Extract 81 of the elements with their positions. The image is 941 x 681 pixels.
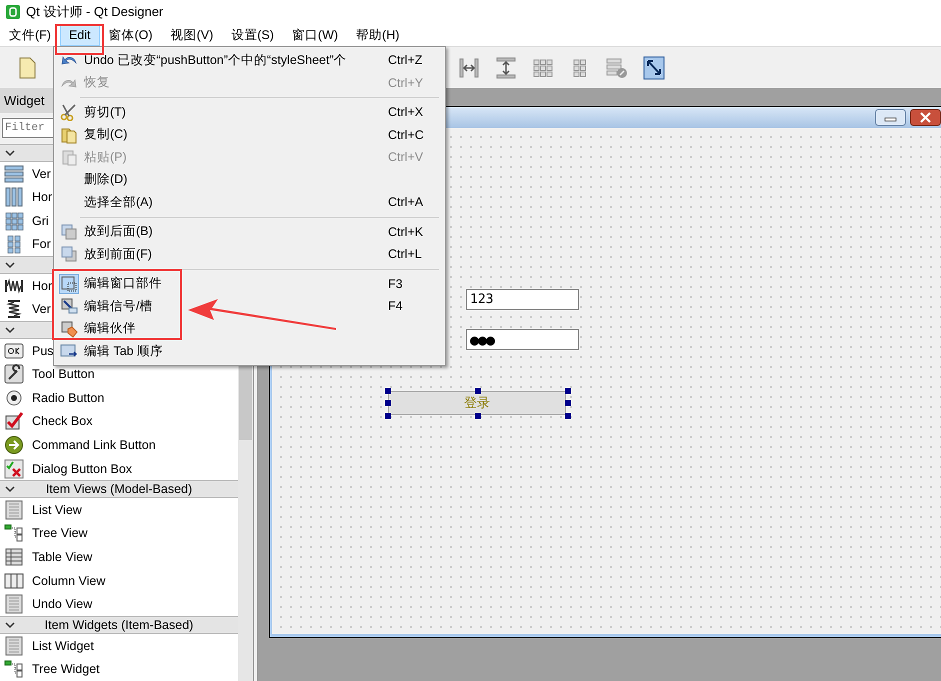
widget-item[interactable]: Radio Button	[32, 390, 104, 405]
table-icon	[4, 547, 24, 568]
widget-item[interactable]: Ver	[32, 302, 51, 316]
widget-item[interactable]: Table View	[32, 550, 92, 564]
signal-arrow-icon	[60, 297, 78, 316]
widget-item[interactable]: Tree Widget	[32, 662, 100, 676]
menu-item[interactable]: Edit	[60, 24, 100, 46]
radio-icon	[4, 388, 24, 408]
widget-item[interactable]: Ver	[32, 166, 51, 181]
spring-icon	[4, 276, 24, 296]
widget-item[interactable]: Hor	[32, 190, 52, 204]
list-icon	[4, 636, 24, 656]
close-button[interactable]	[910, 109, 941, 126]
window-title: Qt 设计师 - Qt Designer	[26, 3, 164, 21]
widget-item[interactable]: Tool Button	[32, 367, 95, 382]
menu-item[interactable]: 设置(S)	[222, 24, 283, 46]
category-title: Item Widgets (Item-Based)	[44, 618, 194, 632]
menu-option[interactable]: 编辑 Tab 顺序	[54, 340, 445, 362]
app-icon	[6, 5, 20, 19]
category-title: Item Views (Model-Based)	[44, 482, 194, 496]
horizontal-arrows-icon[interactable]	[458, 56, 480, 80]
menu-item[interactable]: 文件(F)	[0, 24, 60, 46]
panel-title: Widget	[4, 92, 44, 108]
tree-icon	[4, 523, 24, 544]
menu-option[interactable]: 放到后面(B) Ctrl+K	[54, 220, 445, 243]
stacked-squares-icon	[60, 222, 78, 241]
menu-item[interactable]: 视图(V)	[162, 24, 222, 46]
widget-item[interactable]: Pus	[32, 344, 54, 358]
arrow-circle-icon	[4, 434, 24, 455]
category-header[interactable]: Item Views (Model-Based)	[0, 480, 238, 498]
checkbox-icon	[4, 411, 24, 432]
clipboard-icon	[60, 148, 78, 166]
wrench-icon	[4, 364, 24, 384]
menu-item[interactable]: 窗口(W)	[282, 24, 348, 46]
widget-item[interactable]: Hor	[32, 278, 52, 293]
widget-item[interactable]: Command Link Button	[32, 438, 156, 452]
columns-icon	[4, 570, 24, 591]
layout-break-icon[interactable]	[606, 56, 628, 80]
grid-icon	[4, 210, 24, 231]
list-icon	[4, 594, 24, 614]
menu-option[interactable]: 编辑伙伴	[54, 318, 445, 340]
tick-cross-icon	[4, 458, 24, 479]
menu-option[interactable]: 放到前面(F) Ctrl+L	[54, 243, 445, 266]
selection-handle[interactable]	[385, 413, 391, 419]
menu-option[interactable]: 复制(C) Ctrl+C	[54, 124, 445, 146]
widget-item[interactable]: Tree View	[32, 526, 88, 540]
widget-item[interactable]: Gri	[32, 214, 49, 228]
columns-icon	[4, 187, 24, 208]
scissors-icon	[60, 103, 78, 122]
widget-edit-icon	[60, 274, 78, 293]
selection-handle[interactable]	[565, 413, 571, 419]
widget-item[interactable]: List View	[32, 502, 82, 517]
menu-option[interactable]: 剪切(T) Ctrl+X	[54, 101, 445, 124]
widget-item[interactable]: List Widget	[32, 638, 94, 653]
category-header[interactable]: Item Widgets (Item-Based)	[0, 616, 238, 634]
menu-option[interactable]: 编辑窗口部件 F3	[54, 272, 445, 295]
push-button-icon	[4, 340, 24, 361]
menu-option[interactable]: 编辑信号/槽 F4	[54, 295, 445, 318]
selection-handle[interactable]	[475, 413, 481, 419]
list-icon	[4, 500, 24, 520]
menu-option[interactable]: Undo 已改变“pushButton”个中的“styleSheet”个 Ctrl+Z	[54, 49, 445, 72]
minimize-button[interactable]	[875, 109, 906, 126]
widget-item[interactable]: For	[32, 237, 51, 252]
rows-icon	[4, 164, 24, 184]
vertical-arrows-icon[interactable]	[495, 56, 517, 80]
stacked-squares-icon	[60, 245, 78, 264]
menu-option[interactable]: 选择全部(A) Ctrl+A	[54, 191, 445, 214]
widget-item[interactable]: Column View	[32, 574, 106, 588]
text-field[interactable]: 123	[466, 289, 579, 310]
menu-item[interactable]: 帮助(H)	[347, 24, 408, 46]
tag-icon	[60, 320, 78, 338]
password-field[interactable]: ●●●	[466, 329, 579, 350]
menu-option[interactable]: 删除(D)	[54, 168, 445, 191]
widget-item[interactable]: Check Box	[32, 414, 92, 428]
menu-item[interactable]: 窗体(O)	[100, 24, 162, 46]
selection-handle[interactable]	[475, 388, 481, 394]
spring-icon	[4, 299, 24, 320]
annotation-frame	[55, 24, 104, 55]
widget-item[interactable]: Undo View	[32, 597, 92, 612]
folder-icon	[60, 126, 78, 144]
widget-item[interactable]: Dialog Button Box	[32, 462, 132, 476]
